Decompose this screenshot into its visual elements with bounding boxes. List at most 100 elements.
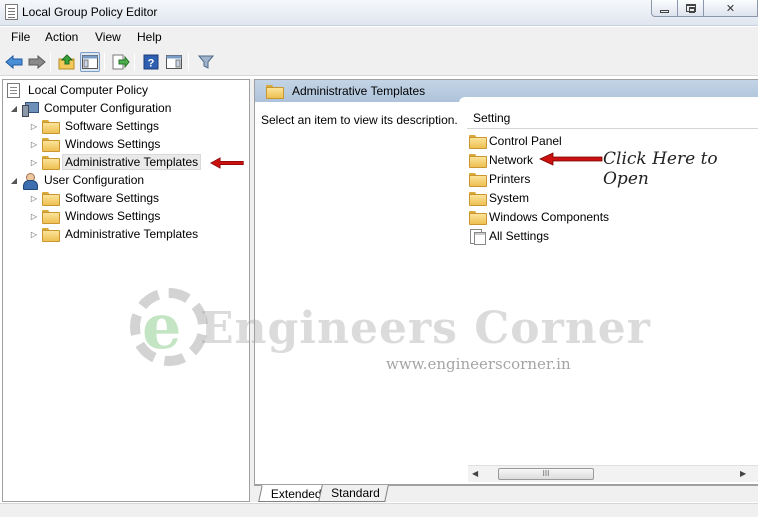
- tree-computer-configuration-label: Computer Configuration: [44, 101, 172, 115]
- description-text: Select an item to view its description.: [261, 113, 458, 127]
- tree-cc-software-settings[interactable]: ▷ Software Settings: [28, 117, 162, 135]
- forward-button[interactable]: [27, 52, 47, 72]
- folder-icon: [469, 210, 487, 225]
- help-button[interactable]: ?: [141, 52, 161, 72]
- tree-uc-windows-settings[interactable]: ▷ Windows Settings: [28, 207, 163, 225]
- red-arrow-icon: [209, 157, 244, 169]
- back-button[interactable]: [4, 52, 24, 72]
- details-pane: Administrative Templates Select an item …: [254, 79, 758, 485]
- list-item-network[interactable]: Network: [469, 150, 533, 169]
- filter-icon: [198, 55, 214, 69]
- export-list-button[interactable]: [111, 52, 131, 72]
- tree-cc-windows-settings[interactable]: ▷ Windows Settings: [28, 135, 163, 153]
- toolbar-separator: [188, 53, 189, 71]
- show-hide-tree-icon: [82, 55, 98, 69]
- expand-icon[interactable]: ▷: [28, 140, 40, 149]
- list-item-label: Network: [489, 152, 534, 167]
- list-item-label: System: [489, 190, 530, 205]
- list-item-control-panel[interactable]: Control Panel: [469, 131, 562, 150]
- filter-button[interactable]: [196, 52, 216, 72]
- minimize-button[interactable]: [651, 0, 678, 17]
- tree-user-configuration[interactable]: ◢ User Configuration: [8, 171, 147, 190]
- folder-icon: [42, 156, 60, 170]
- view-tabs: Extended Standard: [254, 485, 758, 502]
- folder-icon: [469, 153, 487, 168]
- tab-standard[interactable]: Standard: [318, 485, 389, 502]
- folder-icon: [469, 172, 487, 187]
- menu-bar: File Action View Help: [0, 27, 758, 48]
- tree-pane: Local Computer Policy ◢ Computer Configu…: [2, 79, 250, 502]
- collapse-icon[interactable]: ◢: [8, 176, 20, 185]
- help-icon: ?: [143, 54, 159, 70]
- tree-root[interactable]: Local Computer Policy: [7, 81, 151, 99]
- list-item-printers[interactable]: Printers: [469, 169, 530, 188]
- scrollbar-grip: III: [542, 469, 550, 478]
- show-hide-action-pane-button[interactable]: [164, 52, 184, 72]
- expand-icon[interactable]: ▷: [28, 122, 40, 131]
- status-bar: [0, 503, 758, 517]
- horizontal-scrollbar[interactable]: ◀ III ▶: [468, 465, 758, 482]
- folder-icon: [42, 210, 60, 224]
- scroll-left-icon[interactable]: ◀: [472, 469, 478, 478]
- menu-help[interactable]: Help: [137, 30, 162, 44]
- column-header-setting[interactable]: Setting: [467, 111, 758, 129]
- close-button[interactable]: ✕: [703, 0, 758, 17]
- close-icon: ✕: [725, 2, 736, 15]
- tree-item-label: Administrative Templates: [65, 227, 199, 241]
- scrollbar-thumb[interactable]: III: [498, 468, 594, 480]
- list-item-windows-components[interactable]: Windows Components: [469, 207, 609, 226]
- toolbar-separator: [134, 53, 135, 71]
- minimize-icon: [660, 9, 669, 13]
- export-list-icon: [112, 54, 130, 70]
- maximize-button[interactable]: [677, 0, 704, 17]
- list-item-label: Windows Components: [489, 209, 610, 224]
- list-item-label: All Settings: [489, 228, 550, 243]
- folder-icon: [469, 134, 487, 149]
- show-hide-tree-button[interactable]: [80, 52, 100, 72]
- list-item-system[interactable]: System: [469, 188, 529, 207]
- folder-icon: [42, 228, 60, 242]
- folder-icon: [42, 120, 60, 134]
- details-title: Administrative Templates: [292, 84, 426, 98]
- restore-icon: [685, 4, 696, 13]
- menu-action[interactable]: Action: [45, 30, 78, 44]
- expand-icon[interactable]: ▷: [28, 212, 40, 221]
- toolbar: ?: [0, 48, 758, 76]
- annotation-text: Click Here to Open: [603, 149, 718, 189]
- user-icon: [22, 172, 38, 190]
- collapse-icon[interactable]: ◢: [8, 104, 20, 113]
- expand-icon[interactable]: ▷: [28, 230, 40, 239]
- up-folder-icon: [58, 54, 75, 70]
- tab-extended-label: Extended: [270, 487, 322, 501]
- folder-icon: [266, 85, 284, 99]
- computer-icon: [22, 101, 39, 117]
- tree-cc-administrative-templates[interactable]: ▷ Administrative Templates: [28, 153, 202, 171]
- list-item-all-settings[interactable]: All Settings: [469, 226, 549, 245]
- policy-icon: [7, 82, 20, 98]
- list-item-label: Printers: [489, 171, 531, 186]
- expand-icon[interactable]: ▷: [28, 158, 40, 167]
- menu-view[interactable]: View: [95, 30, 121, 44]
- all-settings-icon: [469, 228, 486, 245]
- tree-computer-configuration[interactable]: ◢ Computer Configuration: [8, 99, 174, 117]
- app-icon: [5, 4, 18, 20]
- tree-item-label: Software Settings: [65, 191, 160, 205]
- up-one-level-button[interactable]: [57, 52, 77, 72]
- window-title: Local Group Policy Editor: [22, 5, 158, 19]
- svg-text:?: ?: [148, 58, 155, 70]
- folder-icon: [42, 192, 60, 206]
- tree-root-label: Local Computer Policy: [28, 83, 149, 97]
- tree-uc-administrative-templates[interactable]: ▷ Administrative Templates: [28, 225, 201, 243]
- scroll-right-icon[interactable]: ▶: [740, 469, 746, 478]
- tab-standard-label: Standard: [331, 486, 380, 500]
- list-item-label: Control Panel: [489, 133, 562, 148]
- tree-uc-software-settings[interactable]: ▷ Software Settings: [28, 189, 162, 207]
- red-arrow-icon: [539, 152, 603, 166]
- tree-item-label: Windows Settings: [65, 137, 161, 151]
- tree-item-label: Administrative Templates: [62, 154, 202, 170]
- back-icon: [5, 55, 23, 69]
- show-hide-action-pane-icon: [166, 55, 182, 69]
- menu-file[interactable]: File: [11, 30, 30, 44]
- expand-icon[interactable]: ▷: [28, 194, 40, 203]
- toolbar-separator: [104, 53, 105, 71]
